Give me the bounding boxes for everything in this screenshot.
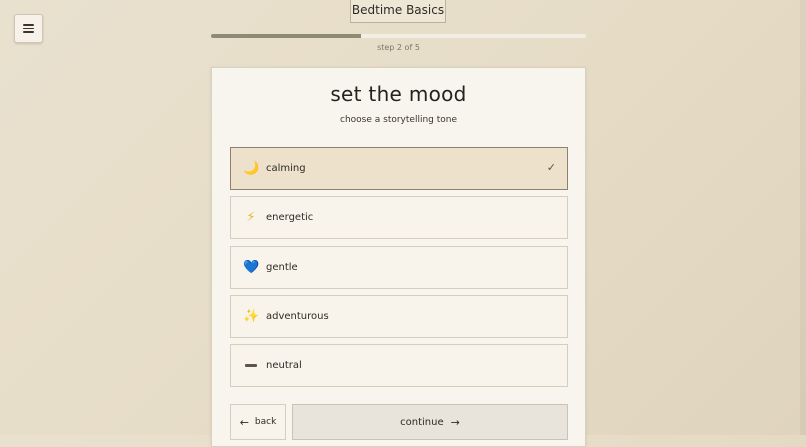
blue-heart-icon: 💙: [243, 260, 260, 275]
sparkles-icon: ✨: [243, 309, 260, 324]
crescent-moon-icon: 🌙: [243, 161, 260, 176]
minus-icon: [243, 358, 259, 373]
progress-bar: [211, 34, 586, 38]
option-label: energetic: [266, 212, 314, 223]
option-calming[interactable]: 🌙 calming ✓: [230, 147, 568, 190]
option-neutral[interactable]: neutral: [230, 344, 568, 387]
arrow-left-icon: ←: [239, 415, 249, 429]
scrollbar[interactable]: [800, 0, 806, 435]
arrow-right-icon: →: [450, 415, 460, 429]
option-adventurous[interactable]: ✨ adventurous: [230, 295, 568, 338]
option-label: gentle: [266, 262, 298, 273]
back-label: back: [254, 417, 277, 427]
app-title: Bedtime Basics: [350, 0, 446, 23]
page-subtitle: choose a storytelling tone: [340, 115, 457, 125]
step-indicator: step 2 of 5: [377, 43, 420, 52]
wizard-panel: set the mood choose a storytelling tone …: [211, 67, 586, 447]
option-label: adventurous: [266, 311, 329, 322]
hamburger-icon: [23, 24, 34, 33]
option-label: neutral: [266, 360, 302, 371]
option-label: calming: [266, 163, 306, 174]
menu-button[interactable]: [14, 14, 43, 43]
checkmark-icon: ✓: [546, 161, 556, 174]
continue-label: continue: [400, 416, 444, 428]
option-gentle[interactable]: 💙 gentle: [230, 246, 568, 289]
option-energetic[interactable]: ⚡ energetic: [230, 196, 568, 239]
progress-fill: [211, 34, 361, 38]
lightning-icon: ⚡: [246, 210, 256, 225]
page-title: set the mood: [330, 82, 467, 106]
